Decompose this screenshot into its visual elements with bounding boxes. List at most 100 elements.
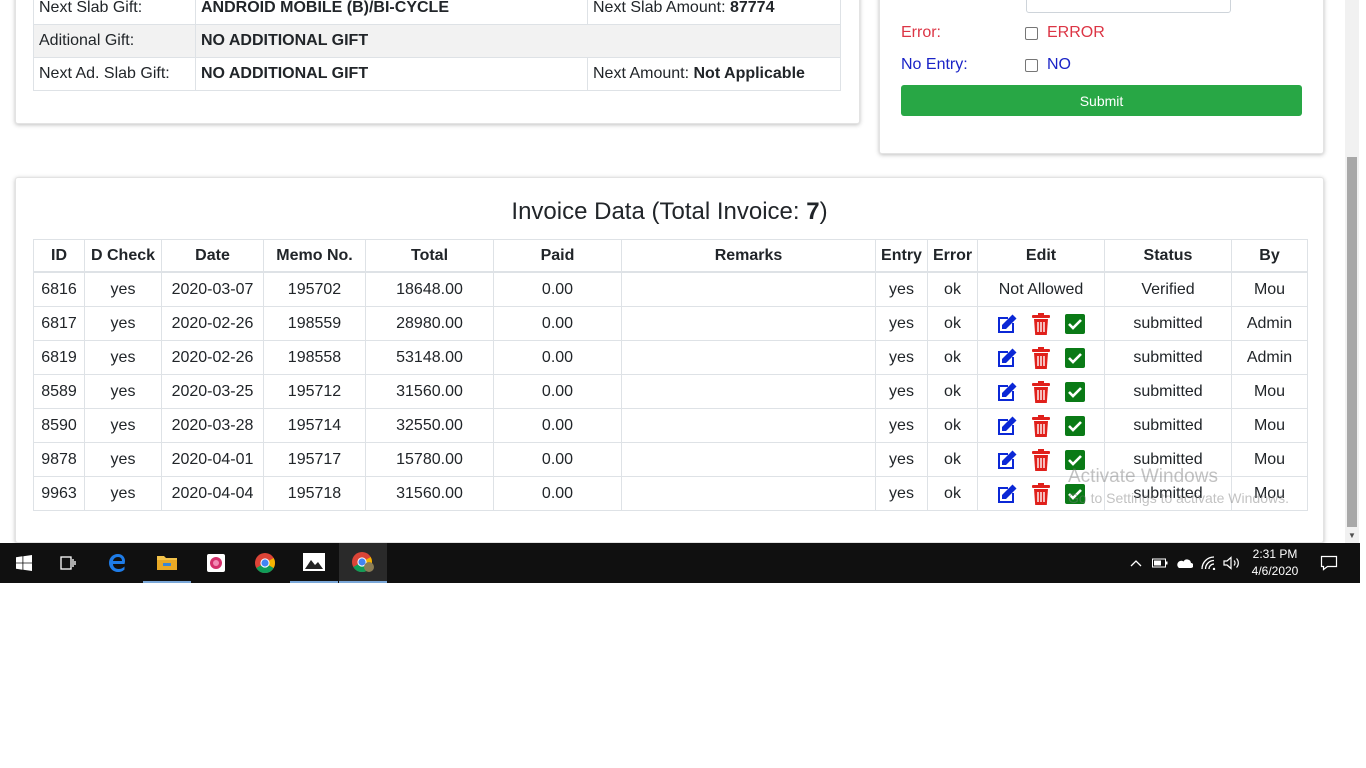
task-view-icon[interactable] [43, 543, 91, 583]
cell-status: Verified [1104, 271, 1232, 307]
browser-viewport: Next Slab Gift: ANDROID MOBILE (B)/BI-CY… [0, 0, 1366, 543]
delete-icon[interactable] [1029, 448, 1053, 472]
scroll-down-arrow[interactable]: ▼ [1345, 529, 1359, 543]
wifi-icon[interactable] [1198, 543, 1220, 583]
edit-icon[interactable] [995, 312, 1019, 336]
cell-date: 2020-03-28 [161, 408, 264, 443]
col-header-id: ID [33, 239, 85, 273]
cell-id: 9878 [33, 442, 85, 477]
cell-id: 9963 [33, 476, 85, 511]
error-label: Error: [901, 24, 941, 41]
cell-status: submitted [1104, 306, 1232, 341]
edit-icon[interactable] [995, 346, 1019, 370]
cell-total: 32550.00 [365, 408, 494, 443]
gift-info-card: Next Slab Gift: ANDROID MOBILE (B)/BI-CY… [15, 0, 860, 124]
next-amount-cell: Next Amount: Not Applicable [587, 57, 841, 91]
additional-gift-label: Aditional Gift: [33, 24, 196, 58]
cell-d-check: yes [84, 374, 162, 409]
show-hidden-icons-chevron[interactable] [1126, 543, 1146, 583]
photos-icon[interactable] [290, 543, 338, 583]
verify-check-icon[interactable] [1063, 380, 1087, 404]
cell-d-check: yes [84, 306, 162, 341]
battery-icon[interactable] [1150, 543, 1170, 583]
windows-start-icon[interactable] [0, 543, 48, 583]
cell-date: 2020-03-07 [161, 271, 264, 307]
scrollbar-thumb[interactable] [1347, 157, 1357, 527]
cell-memo-no: 195714 [263, 408, 366, 443]
taskbar-clock[interactable]: 2:31 PM 4/6/2020 [1244, 546, 1306, 580]
col-header-entry: Entry [875, 239, 928, 273]
edge-icon[interactable] [94, 543, 142, 583]
invoice-table: ID D Check Date Memo No. Total Paid Rema… [33, 239, 1308, 511]
volume-icon[interactable] [1221, 543, 1243, 583]
table-row: 8590 yes 2020-03-28 195714 32550.00 0.00 yes ok… [33, 408, 1308, 443]
cell-entry: yes [875, 476, 928, 511]
cell-by: Mou [1231, 408, 1308, 443]
col-header-remarks: Remarks [621, 239, 876, 273]
invoice-total-count: 7 [806, 198, 820, 225]
action-center-icon[interactable] [1316, 543, 1342, 583]
cell-memo-no: 195717 [263, 442, 366, 477]
cell-remarks [621, 340, 876, 375]
onedrive-icon[interactable] [1173, 543, 1195, 583]
additional-gift-value: NO ADDITIONAL GIFT [195, 24, 841, 58]
delete-icon[interactable] [1029, 312, 1053, 336]
cell-total: 28980.00 [365, 306, 494, 341]
delete-icon[interactable] [1029, 380, 1053, 404]
no-entry-row: No Entry: NO [901, 56, 1071, 74]
edit-icon[interactable] [995, 414, 1019, 438]
cell-paid: 0.00 [493, 476, 622, 511]
cell-status: submitted [1104, 476, 1232, 511]
cell-memo-no: 195718 [263, 476, 366, 511]
gift-row-additional: Aditional Gift: NO ADDITIONAL GIFT [33, 24, 841, 58]
cell-memo-no: 198558 [263, 340, 366, 375]
cell-paid: 0.00 [493, 408, 622, 443]
invoice-card: Invoice Data (Total Invoice: 7) ID D Che… [15, 177, 1324, 543]
table-row: 8589 yes 2020-03-25 195712 31560.00 0.00 yes ok… [33, 374, 1308, 409]
submit-button[interactable]: Submit [901, 85, 1302, 116]
chrome-icon[interactable] [241, 543, 289, 583]
verify-check-icon[interactable] [1063, 414, 1087, 438]
col-header-edit: Edit [977, 239, 1105, 273]
cell-paid: 0.00 [493, 374, 622, 409]
cell-id: 8590 [33, 408, 85, 443]
clock-time: 2:31 PM [1252, 547, 1298, 561]
verify-check-icon[interactable] [1063, 482, 1087, 506]
date-input[interactable] [1026, 0, 1231, 13]
gift-table: Next Slab Gift: ANDROID MOBILE (B)/BI-CY… [33, 0, 841, 91]
cell-d-check: yes [84, 442, 162, 477]
no-entry-checkbox-label[interactable]: NO [1047, 56, 1071, 74]
next-slab-gift-value: ANDROID MOBILE (B)/BI-CYCLE [195, 0, 588, 25]
delete-icon[interactable] [1029, 346, 1053, 370]
error-checkbox-label[interactable]: ERROR [1047, 24, 1105, 42]
edit-icon[interactable] [995, 380, 1019, 404]
col-header-error: Error [927, 239, 978, 273]
page-scrollbar[interactable]: ▼ [1345, 0, 1359, 543]
clock-date: 4/6/2020 [1251, 564, 1299, 578]
no-entry-checkbox[interactable] [1025, 58, 1038, 72]
next-slab-amount-value: 87774 [729, 0, 775, 16]
cell-total: 18648.00 [365, 271, 494, 307]
cell-remarks [621, 271, 876, 307]
verify-check-icon[interactable] [1063, 448, 1087, 472]
cell-total: 31560.00 [365, 476, 494, 511]
table-row: 6819 yes 2020-02-26 198558 53148.00 0.00 yes ok… [33, 340, 1308, 375]
cell-d-check: yes [84, 408, 162, 443]
cell-date: 2020-04-04 [161, 476, 264, 511]
cell-entry: yes [875, 408, 928, 443]
photos-app-icon[interactable] [192, 543, 240, 583]
file-explorer-icon[interactable] [143, 543, 191, 583]
error-checkbox[interactable] [1025, 26, 1038, 40]
verify-check-icon[interactable] [1063, 346, 1087, 370]
chrome-profile-icon[interactable] [339, 543, 387, 583]
col-header-status: Status [1104, 239, 1232, 273]
row-actions [978, 448, 1104, 472]
verify-check-icon[interactable] [1063, 312, 1087, 336]
edit-icon[interactable] [995, 482, 1019, 506]
cell-error: ok [927, 271, 978, 307]
cell-error: ok [927, 340, 978, 375]
delete-icon[interactable] [1029, 414, 1053, 438]
cell-edit [977, 442, 1105, 477]
edit-icon[interactable] [995, 448, 1019, 472]
delete-icon[interactable] [1029, 482, 1053, 506]
